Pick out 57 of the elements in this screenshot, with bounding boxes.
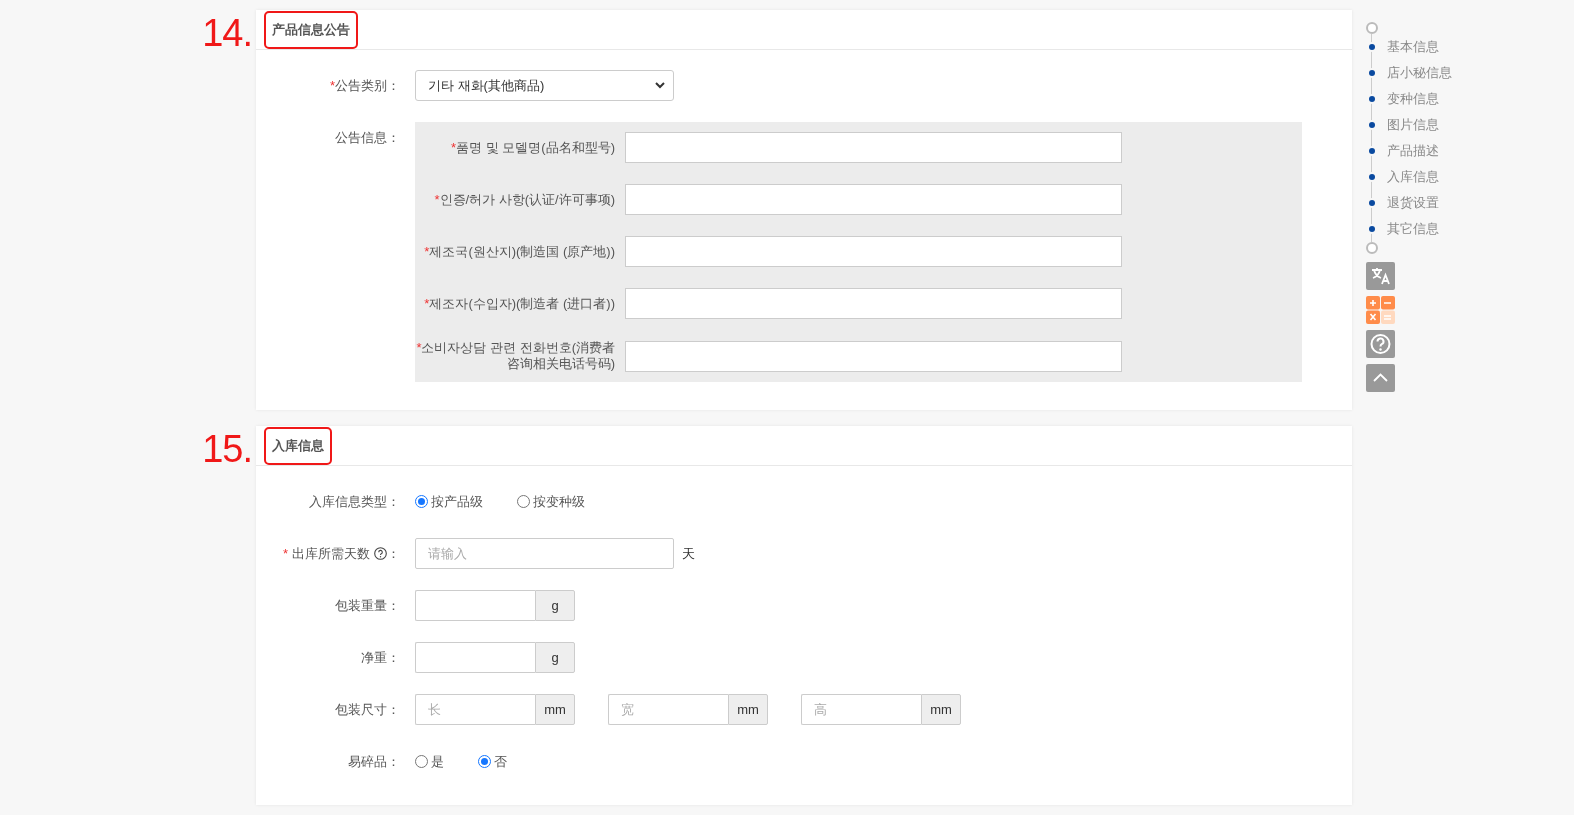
nav-link[interactable]: 入库信息 bbox=[1366, 164, 1466, 190]
nav-link[interactable]: 退货设置 bbox=[1366, 190, 1466, 216]
unit-addon: mm bbox=[535, 694, 575, 725]
field-label: 出库所需天数 bbox=[292, 545, 370, 563]
section-title: 入库信息 bbox=[264, 426, 332, 465]
field-label: 公告类别： bbox=[335, 77, 400, 95]
radio-option[interactable]: 是 bbox=[415, 746, 444, 777]
annotation-number: 15. bbox=[202, 428, 252, 471]
help-icon[interactable] bbox=[374, 547, 387, 560]
input-field[interactable]: 长 bbox=[415, 694, 535, 725]
input-field[interactable] bbox=[625, 236, 1122, 267]
field-label: 入库信息类型： bbox=[309, 493, 400, 511]
required-mark: * bbox=[329, 77, 335, 95]
input-field[interactable] bbox=[415, 642, 535, 673]
nav-link[interactable]: 产品描述 bbox=[1366, 138, 1466, 164]
chevron-down-icon bbox=[655, 82, 665, 89]
unit-addon: mm bbox=[921, 694, 961, 725]
input-field[interactable]: 请输入 bbox=[415, 538, 674, 569]
input-field[interactable] bbox=[415, 590, 535, 621]
input-field[interactable]: 高 bbox=[801, 694, 921, 725]
input-field[interactable]: 宽 bbox=[608, 694, 728, 725]
unit-addon: mm bbox=[728, 694, 768, 725]
radio-option[interactable]: 按变种级 bbox=[517, 486, 585, 517]
input-field[interactable] bbox=[625, 288, 1122, 319]
field-label: 包装重量： bbox=[335, 597, 400, 615]
field-label: *소비자상담 관련 전화번호(消费者咨询相关电话号码) bbox=[415, 340, 616, 372]
input-field[interactable] bbox=[625, 132, 1122, 163]
translate-icon[interactable] bbox=[1366, 262, 1395, 290]
annotation-number: 14. bbox=[202, 12, 252, 55]
nav-link[interactable]: 基本信息 bbox=[1366, 34, 1466, 60]
radio-option[interactable]: 按产品级 bbox=[415, 486, 483, 517]
category-select[interactable]: 기타 재화(其他商品) bbox=[415, 70, 674, 101]
radio-option[interactable]: 否 bbox=[478, 746, 507, 777]
input-field[interactable] bbox=[625, 184, 1122, 215]
nav-link[interactable]: 图片信息 bbox=[1366, 112, 1466, 138]
input-field[interactable] bbox=[625, 340, 1122, 372]
nav-link[interactable]: 店小秘信息 bbox=[1366, 60, 1466, 86]
section-title: 产品信息公告 bbox=[264, 10, 358, 49]
field-label: 易碎品： bbox=[348, 753, 400, 771]
unit-addon: g bbox=[535, 642, 575, 673]
field-label: 公告信息： bbox=[335, 129, 400, 147]
unit-label: 天 bbox=[682, 545, 695, 563]
calculator-icon[interactable] bbox=[1366, 296, 1395, 324]
label-colon: ： bbox=[387, 545, 400, 563]
nav-link[interactable]: 变种信息 bbox=[1366, 86, 1466, 112]
nav-link[interactable]: 其它信息 bbox=[1366, 216, 1466, 242]
field-label: 净重： bbox=[361, 649, 400, 667]
timeline-end-icon bbox=[1366, 242, 1378, 254]
field-label: *품명 및 모델명(品名和型号) bbox=[450, 139, 616, 156]
field-label: *인증/허가 사항(认证/许可事项) bbox=[433, 191, 616, 208]
field-label: 包装尺寸： bbox=[335, 701, 400, 719]
timeline-end-icon bbox=[1366, 22, 1378, 34]
field-label: *제조국(원산지)(制造国 (原产地)) bbox=[423, 243, 616, 260]
scroll-top-icon[interactable] bbox=[1366, 364, 1395, 392]
unit-addon: g bbox=[535, 590, 575, 621]
required-mark: * bbox=[282, 545, 288, 563]
field-label: *제조자(수입자)(制造者 (进口者)) bbox=[423, 295, 616, 312]
